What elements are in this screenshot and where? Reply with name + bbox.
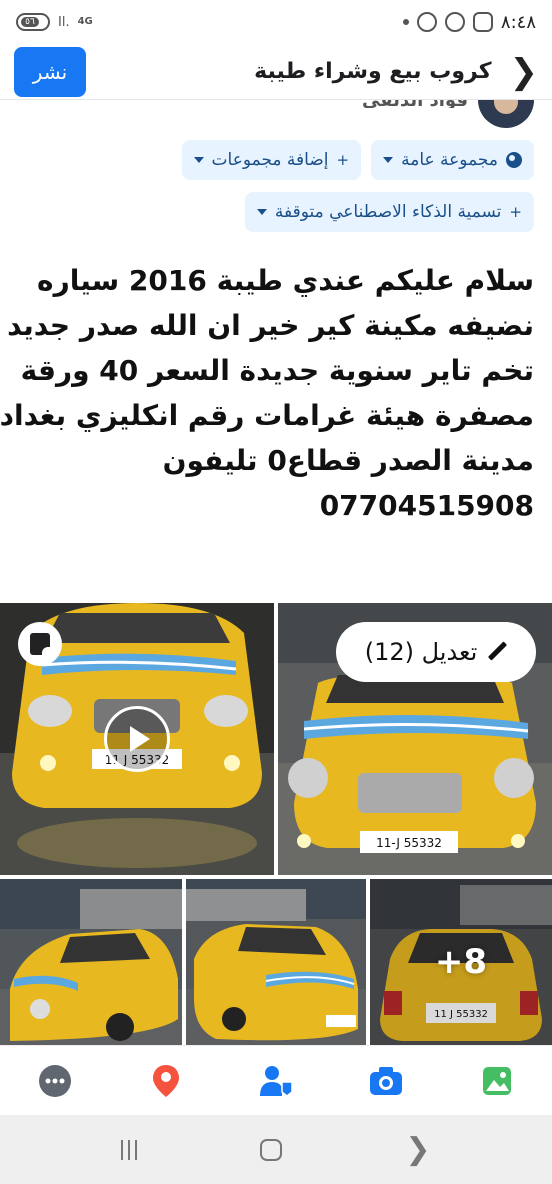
ai-label-chip[interactable]: + تسمية الذكاء الاصطناعي متوقفة: [244, 192, 534, 232]
post-button[interactable]: نشر: [14, 46, 86, 97]
post-line: سلام عليكم عندي طيبة 2016 سياره: [37, 264, 534, 297]
tag-people-icon[interactable]: [256, 1061, 296, 1101]
plus-icon: +: [509, 203, 522, 221]
battery-icon: ٥٦: [16, 13, 50, 31]
status-left: ٥٦ Il. 4G: [16, 13, 93, 31]
globe-icon: [506, 152, 522, 168]
recents-icon[interactable]: [121, 1139, 138, 1160]
network-type: 4G: [77, 16, 93, 27]
post-line: مدينة الصدر قطاع0 تليفون: [162, 444, 534, 477]
caret-down-icon: [193, 157, 204, 163]
snapchat-icon: [472, 12, 493, 32]
page-title: كروب بيع وشراء طيبة: [254, 59, 492, 84]
status-bar: ٥٦ Il. 4G ٨:٤٨: [0, 0, 552, 44]
caret-down-icon: [383, 157, 394, 163]
more-photos-count[interactable]: +8: [370, 879, 552, 1045]
caret-down-icon: [256, 209, 267, 215]
composer-header: نشر كروب بيع وشراء طيبة ❯: [0, 44, 552, 100]
sticker-icon[interactable]: [18, 622, 62, 666]
status-right: ٨:٤٨: [402, 11, 536, 33]
header-title-group: كروب بيع وشراء طيبة ❯: [254, 55, 538, 89]
photo-video-icon[interactable]: [477, 1061, 517, 1101]
battery-level: ٥٦: [25, 17, 35, 27]
media-photo-thumbnail[interactable]: [186, 879, 366, 1045]
audience-chips: مجموعة عامة + إضافة مجموعات: [14, 140, 534, 180]
notification-app-icon: [416, 12, 437, 32]
avatar: [478, 100, 534, 128]
back-icon[interactable]: ❯: [405, 1134, 430, 1165]
back-chevron-icon[interactable]: ❯: [510, 55, 539, 89]
media-photo-thumbnail[interactable]: [0, 879, 182, 1045]
plus-icon: +: [336, 151, 350, 169]
camera-icon[interactable]: [366, 1061, 406, 1101]
status-time: ٨:٤٨: [500, 11, 536, 33]
more-options-icon[interactable]: [35, 1061, 75, 1101]
post-line: مصفرة هيئة غرامات رقم انكليزي بغداد: [0, 399, 534, 432]
location-pin-icon[interactable]: [146, 1061, 186, 1101]
signal-icon: Il.: [58, 14, 70, 30]
audience-chip[interactable]: مجموعة عامة: [371, 140, 534, 180]
audience-label: مجموعة عامة: [401, 150, 498, 170]
notification-dot-icon: [402, 19, 409, 25]
system-nav-bar: ❯: [0, 1115, 552, 1184]
plate-text: 11-J 55332: [376, 836, 442, 850]
post-text-input[interactable]: سلام عليكم عندي طيبة 2016 سياره نضيفه مك…: [0, 258, 534, 528]
ai-label-text: تسمية الذكاء الاصطناعي متوقفة: [274, 202, 502, 222]
add-groups-chip[interactable]: + إضافة مجموعات: [181, 140, 362, 180]
edit-media-label: تعديل (12): [364, 638, 478, 666]
edit-media-button[interactable]: تعديل (12): [336, 622, 536, 682]
ai-label-chips: + تسمية الذكاء الاصطناعي متوقفة: [14, 192, 534, 232]
notification-app-icon-2: [444, 12, 465, 32]
author-row: فؤاد الدلفي: [362, 90, 534, 128]
pencil-icon: [487, 642, 507, 662]
add-groups-label: إضافة مجموعات: [211, 150, 329, 170]
home-icon[interactable]: [260, 1138, 283, 1161]
post-line: 07704515908: [319, 489, 534, 522]
composer-action-bar: [0, 1045, 552, 1115]
post-line: نضيفه مكينة كير خير ان الله صدر جديد: [7, 309, 534, 342]
play-icon[interactable]: [104, 706, 170, 772]
post-line: تخم تاير سنوية جديدة السعر 40 ورقة: [20, 354, 534, 387]
